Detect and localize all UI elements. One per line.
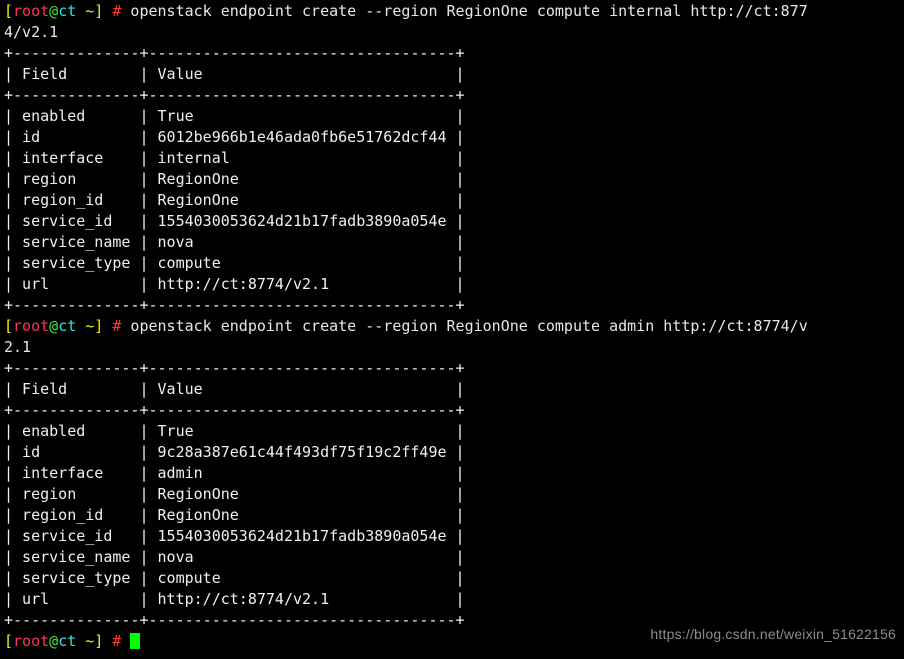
prompt-user: root bbox=[13, 632, 50, 650]
prompt-open-bracket: [ bbox=[4, 317, 14, 335]
table-2-header-sep: +--------------+------------------------… bbox=[4, 401, 465, 419]
table-row: | service_id | 1554030053624d21b17fadb38… bbox=[4, 212, 465, 230]
terminal-window[interactable]: [root@ct ~] # openstack endpoint create … bbox=[0, 0, 904, 659]
table-row: | id | 6012be966b1e46ada0fb6e51762dcf44 … bbox=[4, 128, 465, 146]
prompt-line-1: [root@ct ~] # openstack endpoint create … bbox=[4, 1, 904, 22]
command-text-1: openstack endpoint create --region Regio… bbox=[121, 2, 808, 20]
watermark: https://blog.csdn.net/weixin_51622156 bbox=[650, 626, 896, 642]
table-row: | service_type | compute | bbox=[4, 254, 465, 272]
table-1-bottom-border: +--------------+------------------------… bbox=[4, 296, 465, 314]
table-1-header-sep: +--------------+------------------------… bbox=[4, 86, 465, 104]
prompt-at-symbol: @ bbox=[49, 317, 59, 335]
table-row: | enabled | True | bbox=[4, 107, 465, 125]
table-row: | interface | internal | bbox=[4, 149, 465, 167]
prompt-open-bracket: [ bbox=[4, 2, 14, 20]
prompt-host: ct bbox=[58, 317, 77, 335]
table-row: | service_type | compute | bbox=[4, 569, 465, 587]
table-row: | url | http://ct:8774/v2.1 | bbox=[4, 590, 465, 608]
table-1-top-border: +--------------+------------------------… bbox=[4, 44, 465, 62]
table-row: | region | RegionOne | bbox=[4, 485, 465, 503]
prompt-path-close: ~] bbox=[76, 317, 104, 335]
prompt-path-close: ~] bbox=[76, 632, 104, 650]
terminal-screen: [root@ct ~] # openstack endpoint create … bbox=[4, 1, 904, 652]
command-wrap-1: 4/v2.1 bbox=[4, 23, 59, 41]
table-1-header-row: | Field | Value | bbox=[4, 65, 465, 83]
prompt-at-symbol: @ bbox=[49, 2, 59, 20]
table-row: | interface | admin | bbox=[4, 464, 465, 482]
prompt-path-close: ~] bbox=[76, 2, 104, 20]
table-row: | service_name | nova | bbox=[4, 548, 465, 566]
table-2-header-row: | Field | Value | bbox=[4, 380, 465, 398]
table-row: | enabled | True | bbox=[4, 422, 465, 440]
table-row: | url | http://ct:8774/v2.1 | bbox=[4, 275, 465, 293]
table-row: | region | RegionOne | bbox=[4, 170, 465, 188]
table-row: | region_id | RegionOne | bbox=[4, 191, 465, 209]
command-wrap-2: 2.1 bbox=[4, 338, 32, 356]
prompt-user: root bbox=[13, 317, 50, 335]
prompt-at-symbol: @ bbox=[49, 632, 59, 650]
table-2-top-border: +--------------+------------------------… bbox=[4, 359, 465, 377]
table-row: | service_id | 1554030053624d21b17fadb38… bbox=[4, 527, 465, 545]
prompt-line-2: [root@ct ~] # openstack endpoint create … bbox=[4, 316, 904, 337]
prompt-open-bracket: [ bbox=[4, 632, 14, 650]
prompt-host: ct bbox=[58, 2, 77, 20]
table-row: | service_name | nova | bbox=[4, 233, 465, 251]
command-text-2: openstack endpoint create --region Regio… bbox=[121, 317, 808, 335]
prompt-host: ct bbox=[58, 632, 77, 650]
text-cursor[interactable] bbox=[130, 633, 141, 649]
prompt-user: root bbox=[13, 2, 50, 20]
table-row: | id | 9c28a387e61c44f493df75f19c2ff49e … bbox=[4, 443, 465, 461]
table-row: | region_id | RegionOne | bbox=[4, 506, 465, 524]
